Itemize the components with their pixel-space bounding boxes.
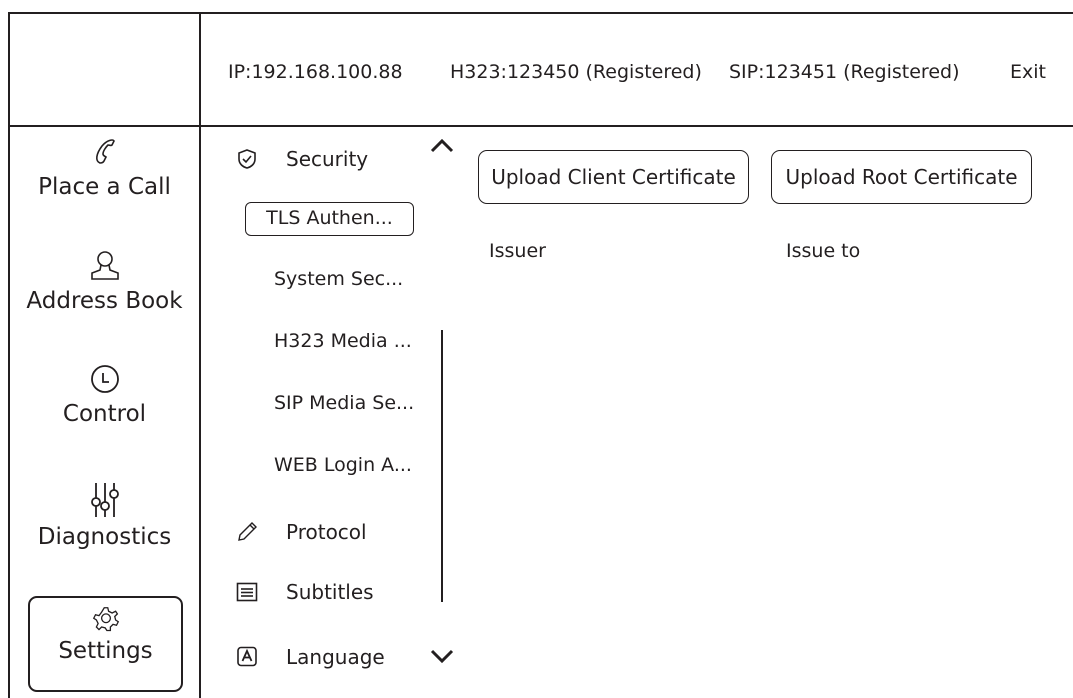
chevron-up-icon[interactable]: [430, 138, 454, 154]
category-label: Subtitles: [286, 580, 374, 604]
nav-label: Place a Call: [38, 174, 171, 200]
upload-client-certificate-button[interactable]: Upload Client Certificate: [478, 150, 749, 204]
gear-icon: [92, 607, 119, 632]
nav-place-a-call[interactable]: Place a Call: [10, 136, 199, 200]
column-issue-to: Issue to: [786, 240, 861, 262]
upload-root-certificate-button[interactable]: Upload Root Certificate: [771, 150, 1032, 204]
nav-address-book[interactable]: Address Book: [10, 250, 199, 314]
category-label: Protocol: [286, 520, 367, 544]
ip-address: IP:192.168.100.88: [228, 61, 403, 83]
nav-label: Diagnostics: [37, 524, 172, 550]
category-language[interactable]: Language: [236, 645, 385, 669]
clock-icon: [90, 365, 119, 393]
language-icon: [237, 646, 257, 667]
category-label: Security: [286, 147, 369, 171]
phone-icon: [95, 139, 115, 164]
sip-status: SIP:123451 (Registered): [729, 61, 960, 83]
nav-settings[interactable]: Settings: [28, 596, 183, 692]
column-issuer: Issuer: [489, 240, 546, 262]
header-divider: [8, 125, 1073, 127]
pencil-icon: [238, 522, 257, 541]
category-subtitles[interactable]: Subtitles: [236, 580, 374, 604]
scrollbar[interactable]: [441, 330, 443, 602]
nav-control[interactable]: Control: [10, 363, 199, 427]
shield-check-icon: [238, 149, 256, 169]
chevron-down-icon[interactable]: [430, 648, 454, 664]
h323-status: H323:123450 (Registered): [450, 61, 702, 83]
nav-diagnostics[interactable]: Diagnostics: [10, 482, 199, 550]
security-item-web-login[interactable]: WEB Login A...: [274, 454, 412, 476]
nav-label: Settings: [58, 638, 153, 664]
security-item-tls[interactable]: TLS Authen...: [245, 202, 414, 236]
person-icon: [90, 251, 119, 280]
nav-label: Address Book: [26, 288, 183, 314]
sidebar-divider: [199, 12, 201, 698]
security-item-sip-media[interactable]: SIP Media Se...: [274, 392, 414, 414]
security-item-h323-media[interactable]: H323 Media ...: [274, 330, 412, 352]
security-item-system[interactable]: System Sec...: [274, 268, 403, 290]
subtitles-icon: [236, 582, 258, 602]
category-security[interactable]: Security: [236, 147, 368, 171]
sliders-icon: [90, 483, 119, 517]
nav-label: Control: [62, 401, 147, 427]
exit-button[interactable]: Exit: [1010, 61, 1046, 83]
category-protocol[interactable]: Protocol: [236, 520, 367, 544]
category-label: Language: [286, 645, 385, 669]
